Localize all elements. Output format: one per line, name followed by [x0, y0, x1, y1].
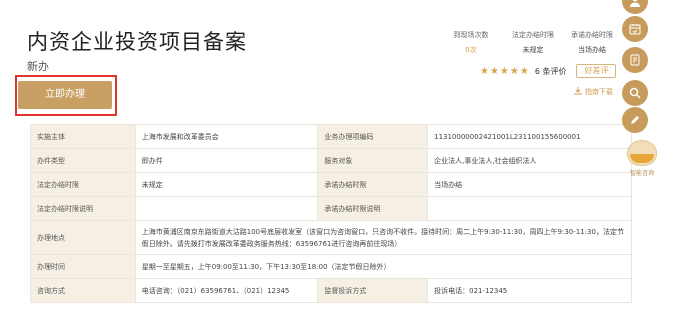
download-icon	[574, 87, 582, 97]
page-title: 内资企业投资项目备案	[27, 30, 247, 54]
document-icon[interactable]	[622, 47, 648, 73]
guide-download-link[interactable]: 指南下载	[574, 87, 613, 97]
table-row: 法定办结时限 未规定 承诺办结时限 当场办结	[30, 172, 632, 197]
table-key: 办理时间	[30, 254, 136, 279]
stat-label: 到现场次数	[453, 31, 489, 39]
review-button[interactable]: 好差评	[576, 64, 617, 78]
table-key: 法定办结时限	[30, 172, 136, 197]
calendar-icon[interactable]	[622, 16, 648, 42]
table-key: 法定办结时限说明	[30, 196, 136, 221]
table-value: 星期一至星期五，上午09:00至11:30，下午13:30至18:00（法定节假…	[134, 254, 633, 279]
info-table: 实施主体 上海市发展和改革委员会 业务办理项编码 113100000024210…	[30, 124, 633, 303]
table-row: 办件类型 即办件 服务对象 企业法人,事业法人,社会组织法人	[30, 148, 632, 173]
table-value: 未规定	[134, 172, 319, 197]
table-key: 服务对象	[317, 148, 429, 173]
table-row: 实施主体 上海市发展和改革委员会 业务办理项编码 113100000024210…	[30, 124, 632, 149]
stat-value: 0次	[465, 46, 477, 54]
table-value: 11310000002421001L231100155600001	[427, 124, 632, 149]
user-icon[interactable]	[622, 0, 648, 14]
table-row: 法定办结时限说明 承诺办结时限说明	[30, 196, 632, 221]
table-key: 咨询方式	[30, 278, 136, 303]
stat-value: 当场办结	[578, 46, 606, 54]
stat-value: 未规定	[522, 46, 544, 54]
table-value: 电话咨询：（021）63596761、（021）12345	[134, 278, 319, 303]
table-value: 即办件	[134, 148, 319, 173]
table-row: 办理地点 上海市黄浦区南京东路街道大沽路100号底层收发室（该窗口为咨询窗口，只…	[30, 220, 633, 255]
table-value: 企业法人,事业法人,社会组织法人	[427, 148, 632, 173]
table-key: 办件类型	[30, 148, 136, 173]
table-key: 承诺办结时限说明	[317, 196, 429, 221]
table-value: 上海市发展和改革委员会	[134, 124, 319, 149]
table-value: 投诉电话：021-12345	[427, 278, 632, 303]
table-value	[134, 196, 319, 221]
table-value	[427, 196, 632, 221]
table-key: 办理地点	[30, 220, 136, 255]
search-icon[interactable]	[622, 80, 648, 106]
stat-label: 承诺办结时限	[571, 31, 613, 39]
apply-now-button[interactable]: 立即办理	[18, 81, 112, 109]
table-row: 办理时间 星期一至星期五，上午09:00至11:30，下午13:30至18:00…	[30, 254, 633, 279]
table-key: 实施主体	[30, 124, 136, 149]
guide-download-label: 指南下载	[585, 88, 613, 96]
stat-legal-limit: 法定办结时限 未规定	[508, 30, 558, 55]
stat-promised-limit: 承诺办结时限 当场办结	[565, 30, 619, 55]
rating-stars: ★★★★★	[480, 65, 530, 77]
table-row: 咨询方式 电话咨询：（021）63596761、（021）12345 监督投诉方…	[30, 278, 632, 303]
table-key: 业务办理项编码	[317, 124, 429, 149]
assistant-avatar	[627, 140, 657, 166]
stat-visits: 到现场次数 0次	[448, 30, 494, 55]
item-type-label: 新办	[27, 60, 49, 73]
rating-row: ★★★★★ 6 条评价 好差评	[480, 64, 617, 78]
smart-consult-button[interactable]: 智能咨询	[620, 140, 664, 177]
edit-icon[interactable]	[622, 107, 648, 133]
table-key: 承诺办结时限	[317, 172, 429, 197]
stat-label: 法定办结时限	[512, 31, 554, 39]
table-value: 当场办结	[427, 172, 632, 197]
table-key: 监督投诉方式	[317, 278, 429, 303]
assistant-label: 智能咨询	[629, 170, 654, 177]
rating-count[interactable]: 6 条评价	[535, 66, 567, 77]
table-value: 上海市黄浦区南京东路街道大沽路100号底层收发室（该窗口为咨询窗口，只咨询不收件…	[134, 220, 633, 255]
